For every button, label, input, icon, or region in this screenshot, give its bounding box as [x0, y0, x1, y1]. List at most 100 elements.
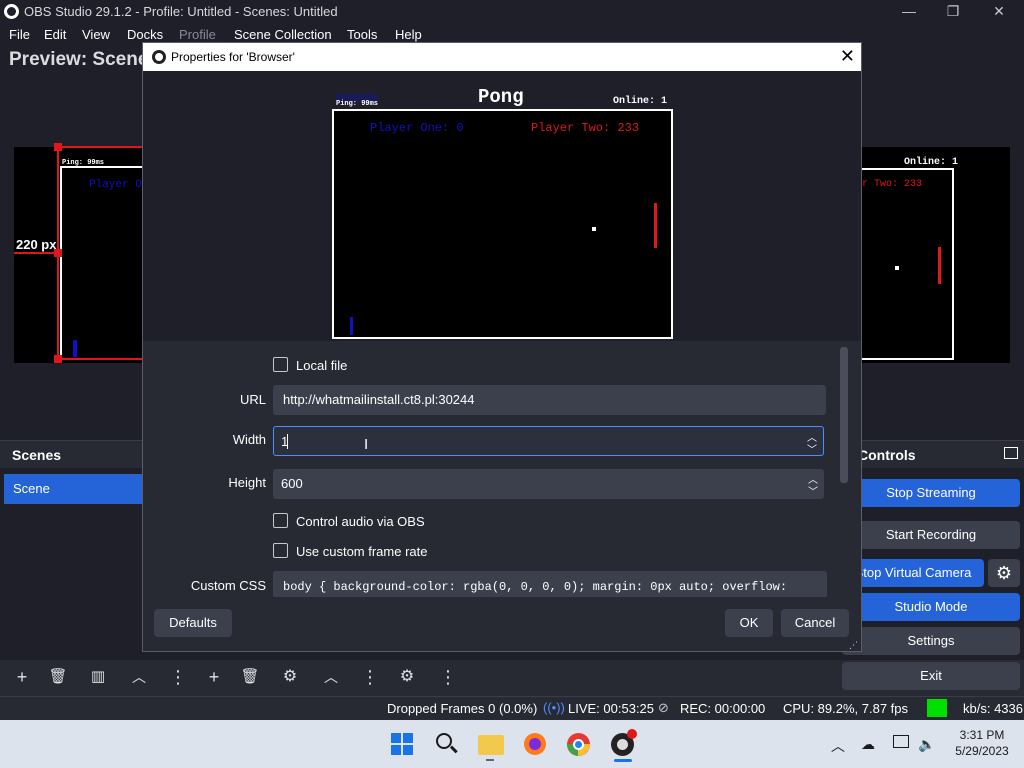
source-more-options-icon[interactable]: ⋮: [356, 664, 384, 690]
width-input[interactable]: 1 ︿ ﹀: [273, 426, 824, 456]
source-properties-gear-icon[interactable]: ⚙: [276, 664, 304, 690]
dropped-frames-text: Dropped Frames 0 (0.0%): [387, 701, 538, 716]
bitrate-text: kb/s: 4336: [963, 701, 1023, 716]
pong-online-text: Online: 1: [613, 96, 668, 107]
custom-css-textarea[interactable]: body { background-color: rgba(0, 0, 0, 0…: [273, 571, 827, 597]
stop-virtual-camera-button[interactable]: Stop Virtual Camera: [842, 559, 984, 587]
menu-docks[interactable]: Docks: [127, 27, 163, 42]
search-icon[interactable]: [436, 733, 458, 755]
settings-button[interactable]: Settings: [842, 627, 1020, 655]
cancel-button[interactable]: Cancel: [781, 609, 849, 637]
scenes-dock-title: Scenes: [12, 447, 62, 463]
defaults-button[interactable]: Defaults: [154, 609, 232, 637]
move-source-up-chevron-icon[interactable]: ︿: [317, 664, 345, 690]
remove-source-trash-icon[interactable]: 🗑: [236, 664, 264, 690]
taskbar-clock-date[interactable]: 5/29/2023: [950, 744, 1014, 758]
height-decrement-icon[interactable]: ﹀: [808, 483, 818, 498]
preview-player-one-text: Player O: [89, 179, 142, 191]
stop-streaming-button[interactable]: Stop Streaming: [842, 479, 1020, 507]
close-window-button[interactable]: ✕: [976, 0, 1022, 24]
custom-css-label: Custom CSS: [190, 578, 266, 593]
preview-online-text: Online: 1: [904, 157, 959, 168]
add-source-plus-icon[interactable]: +: [200, 664, 228, 690]
chrome-icon[interactable]: [567, 733, 590, 756]
exit-button[interactable]: Exit: [842, 662, 1020, 690]
preview-field-left-border: [60, 166, 62, 360]
local-file-checkbox[interactable]: [273, 357, 288, 372]
menu-profile[interactable]: Profile: [179, 27, 216, 42]
dialog-close-icon[interactable]: ✕: [840, 46, 855, 67]
scene-list-item[interactable]: Scene: [4, 474, 142, 504]
speaker-icon[interactable]: 🔈: [918, 736, 935, 753]
controls-dock-title: Controls: [858, 447, 916, 463]
height-input[interactable]: 600 ︿ ﹀: [273, 469, 824, 499]
window-title: OBS Studio 29.1.2 - Profile: Untitled - …: [24, 4, 338, 19]
player-one-score: Player One: 0: [370, 121, 464, 135]
text-cursor-icon: I: [364, 436, 369, 453]
audio-more-options-icon[interactable]: ⋮: [434, 664, 462, 690]
audio-mixer-settings-gear-icon[interactable]: ⚙: [393, 664, 421, 690]
dialog-title: Properties for 'Browser': [171, 50, 295, 64]
url-input[interactable]: http://whatmailinstall.ct8.pl:30244: [273, 385, 826, 415]
menu-tools[interactable]: Tools: [347, 27, 377, 42]
pong-game-field: [332, 109, 673, 339]
obs-dialog-icon: [152, 50, 166, 64]
windows-start-icon[interactable]: [391, 733, 413, 755]
height-label: Height: [228, 475, 266, 490]
menu-help[interactable]: Help: [395, 27, 422, 42]
custom-frame-rate-checkbox[interactable]: [273, 543, 288, 558]
add-scene-plus-icon[interactable]: +: [8, 664, 36, 690]
menu-scene-collection[interactable]: Scene Collection: [234, 27, 332, 42]
pong-paddle-right: [654, 203, 657, 248]
preview-field-top-border-right: [862, 168, 954, 170]
control-audio-label: Control audio via OBS: [296, 514, 425, 529]
scenes-dock-header: Scenes: [0, 440, 142, 468]
minimize-button[interactable]: —: [886, 0, 932, 24]
file-explorer-icon[interactable]: [478, 735, 504, 755]
ok-button[interactable]: OK: [725, 609, 773, 637]
selection-handle-bottom-left[interactable]: [54, 355, 62, 363]
resize-grip-icon[interactable]: ⋰: [849, 640, 858, 651]
menu-edit[interactable]: Edit: [44, 27, 66, 42]
start-recording-button[interactable]: Start Recording: [842, 521, 1020, 549]
studio-mode-button[interactable]: Studio Mode: [842, 593, 1020, 621]
undock-icon[interactable]: [1004, 447, 1018, 459]
network-icon[interactable]: [893, 735, 909, 748]
pong-heading: Pong: [478, 86, 524, 108]
scene-filters-icon[interactable]: ▥: [84, 664, 112, 690]
url-value: http://whatmailinstall.ct8.pl:30244: [283, 392, 475, 407]
menu-file[interactable]: File: [9, 27, 30, 42]
maximize-button[interactable]: ❐: [930, 0, 976, 24]
virtual-camera-settings-gear-icon[interactable]: ⚙: [988, 559, 1020, 587]
obs-logo-icon: [4, 4, 19, 19]
live-time-text: LIVE: 00:53:25: [568, 701, 655, 716]
pong-paddle-left: [350, 317, 353, 335]
custom-frame-rate-label: Use custom frame rate: [296, 544, 428, 559]
file-explorer-running-indicator: [486, 759, 494, 761]
move-scene-up-chevron-icon[interactable]: ︿: [125, 664, 153, 690]
selection-handle-top-left[interactable]: [54, 143, 62, 151]
scene-more-options-icon[interactable]: ⋮: [164, 664, 192, 690]
menu-view[interactable]: View: [82, 27, 110, 42]
custom-css-value: body { background-color: rgba(0, 0, 0, 0…: [283, 580, 788, 594]
scene-item-label: Scene: [13, 481, 50, 496]
control-audio-checkbox[interactable]: [273, 513, 288, 528]
selection-top-line: [57, 146, 142, 148]
preview-paddle-left: [73, 340, 77, 357]
controls-dock-header: Controls: [858, 440, 1024, 468]
firefox-icon[interactable]: [524, 733, 546, 755]
onedrive-icon[interactable]: ☁: [861, 736, 875, 753]
width-decrement-icon[interactable]: ﹀: [807, 441, 817, 456]
show-hidden-icons-chevron-icon[interactable]: ︿: [831, 736, 845, 756]
dialog-scrollbar-thumb[interactable]: [840, 347, 848, 483]
remove-scene-trash-icon[interactable]: 🗑: [44, 664, 72, 690]
obs-active-indicator: [614, 759, 632, 762]
taskbar-clock-time[interactable]: 3:31 PM: [950, 728, 1014, 742]
selection-bottom-line: [57, 358, 142, 360]
local-file-label: Local file: [296, 358, 348, 373]
preview-paddle-right: [938, 247, 941, 284]
cpu-usage-text: CPU: 89.2%, 7.87 fps: [783, 701, 909, 716]
pong-ping-text: Ping: 99ms: [336, 100, 379, 108]
recording-disabled-icon: ⊘: [658, 700, 669, 715]
selection-size-label: 220 px: [16, 237, 57, 252]
